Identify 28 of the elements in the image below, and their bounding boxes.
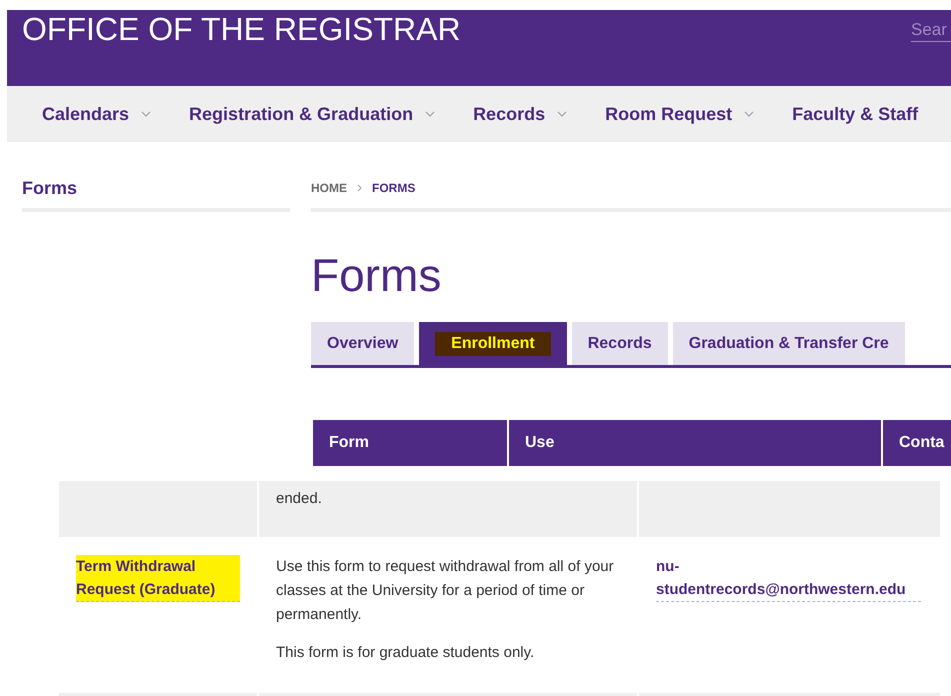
nav-item[interactable]: Registration & Graduation bbox=[189, 100, 436, 128]
breadcrumb-link[interactable]: FORMS bbox=[372, 179, 416, 197]
use-text: This form is for graduate students only. bbox=[276, 643, 536, 663]
tab[interactable]: Overview bbox=[311, 322, 414, 365]
chevron-down-icon bbox=[141, 111, 152, 117]
sidebar-title: Forms bbox=[22, 176, 290, 212]
nav-item[interactable]: Records bbox=[473, 100, 568, 128]
search-field[interactable]: Sear bbox=[911, 18, 951, 42]
chevron-down-icon bbox=[744, 111, 754, 117]
column-header: Use bbox=[509, 420, 881, 466]
nav-item[interactable]: Calendars bbox=[42, 100, 152, 128]
breadcrumb-link[interactable]: HOME bbox=[311, 179, 347, 197]
tab[interactable]: Enrollment bbox=[419, 322, 567, 365]
use-text: Use this form to request withdrawal from all of your classes at the University for a period of time or permanently. bbox=[276, 557, 615, 625]
tab[interactable]: Graduation & Transfer Cre bbox=[672, 322, 905, 365]
nav-item[interactable]: Room Request bbox=[605, 100, 754, 128]
chevron-right-icon bbox=[357, 184, 362, 192]
column-header: Conta bbox=[883, 420, 951, 466]
nav-item[interactable]: Faculty & Staff bbox=[792, 100, 918, 128]
chevron-down-icon bbox=[557, 111, 568, 117]
email-link[interactable]: nu-studentrecords@northwestern.edu bbox=[656, 555, 921, 602]
chevron-down-icon bbox=[425, 111, 436, 117]
site-title: OFFICE OF THE REGISTRAR bbox=[22, 13, 461, 49]
form-link[interactable]: Term Withdrawal Request (Graduate) bbox=[76, 555, 240, 602]
tab[interactable]: Records bbox=[572, 322, 668, 365]
use-text: ended. bbox=[276, 489, 323, 509]
column-header: Form bbox=[313, 420, 507, 466]
page-title: Forms bbox=[311, 252, 442, 298]
